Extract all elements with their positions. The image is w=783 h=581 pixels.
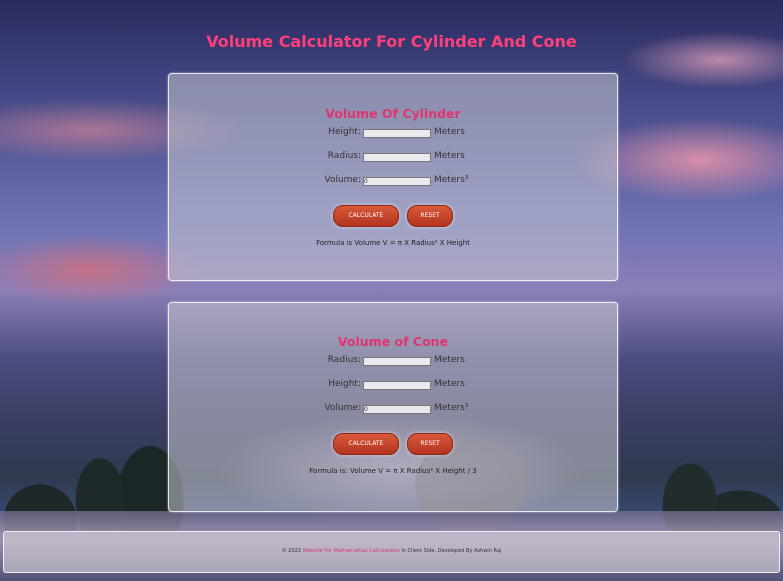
cylinder-height-unit: Meters	[434, 127, 465, 137]
cylinder-volume-label: Volume:	[324, 175, 361, 185]
cone-height-row: Height: Meters	[169, 379, 617, 403]
cone-reset-button[interactable]: RESET	[407, 433, 454, 455]
cylinder-volume-unit: Meters³	[434, 175, 469, 185]
cone-height-input[interactable]	[363, 381, 431, 390]
cone-radius-unit: Meters	[434, 355, 465, 365]
cone-volume-output[interactable]	[363, 405, 431, 414]
footer-link[interactable]: Website For Mathematical Calculations	[303, 548, 400, 554]
cone-radius-label: Radius:	[327, 355, 361, 365]
cone-heading: Volume of Cone	[337, 334, 449, 349]
cylinder-radius-unit: Meters	[434, 151, 465, 161]
cylinder-height-label: Height:	[328, 127, 361, 137]
cone-calculate-button[interactable]: CALCULATE	[332, 433, 399, 455]
cylinder-radius-input[interactable]	[363, 153, 431, 162]
footer-credit: In Client Side. Developed By Ashwin Raj	[401, 548, 502, 554]
cone-formula: Formula is: Volume V = π X Radius² X Hei…	[309, 467, 477, 475]
footer-copyright: © 2022	[281, 548, 302, 554]
cylinder-height-input[interactable]	[363, 129, 431, 138]
cone-card: Volume of Cone Radius: Meters Height: Me…	[168, 302, 618, 512]
cylinder-height-row: Height: Meters	[169, 127, 617, 151]
cone-height-label: Height:	[328, 379, 361, 389]
footer: © 2022 Website For Mathematical Calculat…	[3, 531, 780, 573]
cylinder-card: Volume Of Cylinder Height: Meters Radius…	[168, 73, 618, 281]
cone-radius-row: Radius: Meters	[169, 355, 617, 379]
cone-volume-label: Volume:	[324, 403, 361, 413]
page-title: Volume Calculator For Cylinder And Cone	[206, 32, 577, 51]
cylinder-heading: Volume Of Cylinder	[325, 106, 461, 121]
cylinder-radius-label: Radius:	[327, 151, 361, 161]
cylinder-formula: Formula is Volume V = π X Radius² X Heig…	[316, 239, 470, 247]
cone-volume-unit: Meters³	[434, 403, 469, 413]
cone-radius-input[interactable]	[363, 357, 431, 366]
cone-volume-row: Volume: Meters³	[169, 403, 617, 427]
cone-height-unit: Meters	[434, 379, 465, 389]
cylinder-calculate-button[interactable]: CALCULATE	[332, 205, 399, 227]
cylinder-volume-row: Volume: Meters³	[169, 175, 617, 199]
cylinder-radius-row: Radius: Meters	[169, 151, 617, 175]
cylinder-volume-output[interactable]	[363, 177, 431, 186]
cylinder-reset-button[interactable]: RESET	[407, 205, 454, 227]
